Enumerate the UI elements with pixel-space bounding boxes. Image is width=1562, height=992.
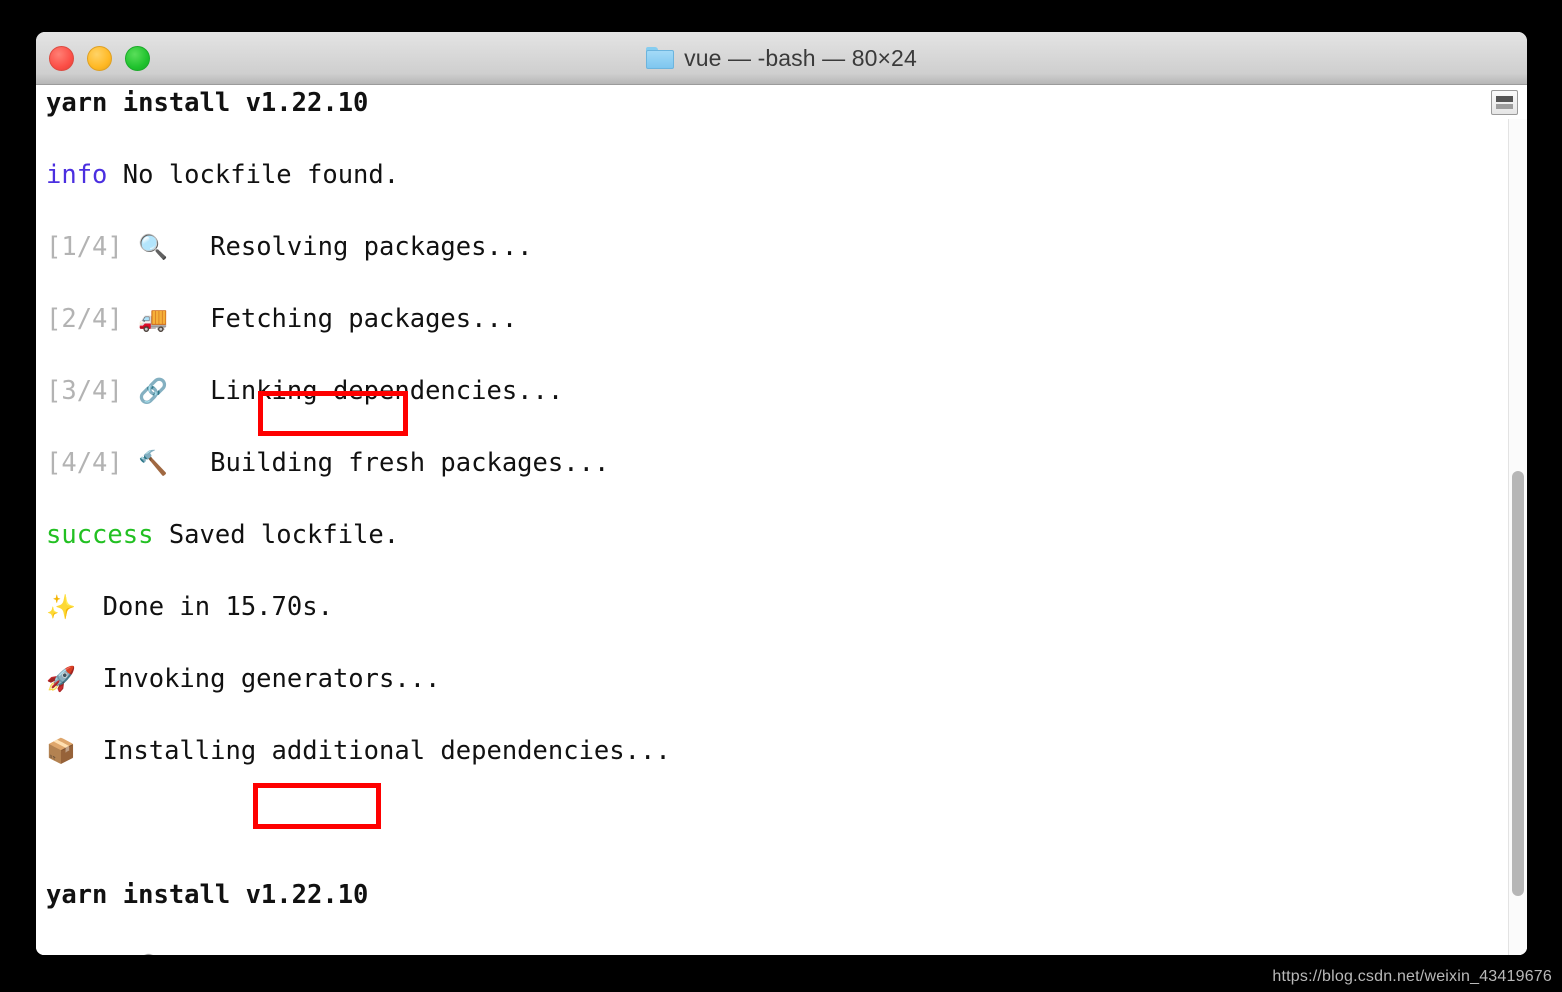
terminal-emoji-icon: 📦 bbox=[46, 737, 76, 765]
terminal-text-segment: [2/4] bbox=[46, 304, 139, 334]
minimize-button[interactable] bbox=[87, 45, 112, 71]
terminal-line: info No lockfile found. bbox=[46, 157, 1482, 193]
terminal-text-segment: Resolving packages... bbox=[164, 232, 533, 262]
terminal-text-segment: Building fresh packages... bbox=[164, 448, 610, 478]
terminal-emoji-icon: ✨ bbox=[46, 593, 76, 621]
terminal-body[interactable]: yarn install v1.22.10 info No lockfile f… bbox=[36, 85, 1527, 955]
terminal-line: 📦 Installing additional dependencies... bbox=[46, 733, 1482, 769]
terminal-emoji-icon: 🚀 bbox=[46, 665, 76, 693]
terminal-text-segment: [1/4] bbox=[46, 952, 138, 955]
split-view-bar-top bbox=[1496, 96, 1513, 102]
terminal-text-segment: yarn install v1.22.10 bbox=[46, 880, 369, 910]
terminal-line: [4/4] 🔨 Building fresh packages... bbox=[46, 445, 1482, 481]
terminal-line: [1/4] 🔍 Resolving packages... bbox=[46, 949, 1482, 955]
terminal-text-segment: Done in 15.70s. bbox=[71, 592, 333, 622]
terminal-text-segment: [1/4] bbox=[46, 232, 139, 262]
split-view-icon[interactable] bbox=[1491, 90, 1518, 115]
terminal-text-segment: [4/4] bbox=[46, 448, 139, 478]
window-titlebar[interactable]: vue — -bash — 80×24 bbox=[36, 32, 1527, 85]
window-title: vue — -bash — 80×24 bbox=[646, 45, 917, 72]
terminal-text-segment: yarn install v1.22.10 bbox=[46, 88, 369, 118]
terminal-text-segment: Saved lockfile. bbox=[153, 520, 400, 550]
terminal-text-segment: Fetching packages... bbox=[164, 304, 518, 334]
terminal-emoji-icon: 🔗 bbox=[138, 377, 169, 405]
terminal-window[interactable]: vue — -bash — 80×24 yarn install v1.22.1… bbox=[36, 32, 1527, 955]
maximize-button[interactable] bbox=[125, 45, 150, 71]
terminal-text-segment: Invoking generators... bbox=[71, 664, 441, 694]
folder-icon bbox=[646, 47, 675, 69]
terminal-text-segment: Resolving packages... bbox=[164, 952, 532, 955]
terminal-emoji-icon: 🔍 bbox=[138, 233, 169, 261]
terminal-text-segment: No lockfile found. bbox=[107, 160, 400, 190]
terminal-text-segment: [3/4] bbox=[46, 376, 139, 406]
terminal-line: [3/4] 🔗 Linking dependencies... bbox=[46, 373, 1482, 409]
terminal-line: ✨ Done in 15.70s. bbox=[46, 589, 1482, 625]
terminal-emoji-icon: 🔍 bbox=[138, 949, 168, 955]
scrollbar-thumb[interactable] bbox=[1512, 471, 1524, 896]
terminal-output: yarn install v1.22.10 info No lockfile f… bbox=[46, 85, 1482, 955]
split-view-bar-bottom bbox=[1496, 104, 1513, 109]
terminal-line: success Saved lockfile. bbox=[46, 517, 1482, 553]
terminal-text-segment: Linking dependencies... bbox=[164, 376, 564, 406]
terminal-line: yarn install v1.22.10 bbox=[46, 877, 1482, 913]
traffic-light-group bbox=[49, 32, 150, 84]
terminal-emoji-icon: 🔨 bbox=[138, 449, 169, 477]
vertical-scrollbar[interactable] bbox=[1508, 119, 1527, 955]
close-button[interactable] bbox=[49, 45, 74, 71]
terminal-line: 🚀 Invoking generators... bbox=[46, 661, 1482, 697]
terminal-text-segment: info bbox=[46, 160, 108, 190]
terminal-line: yarn install v1.22.10 bbox=[46, 85, 1482, 121]
terminal-line: [1/4] 🔍 Resolving packages... bbox=[46, 229, 1482, 265]
terminal-text-segment: success bbox=[46, 520, 154, 550]
terminal-emoji-icon: 🚚 bbox=[138, 305, 169, 333]
window-title-text: vue — -bash — 80×24 bbox=[684, 44, 917, 71]
terminal-line: [2/4] 🚚 Fetching packages... bbox=[46, 301, 1482, 337]
watermark: https://blog.csdn.net/weixin_43419676 bbox=[1272, 968, 1552, 985]
terminal-text-segment: Installing additional dependencies... bbox=[71, 736, 671, 766]
